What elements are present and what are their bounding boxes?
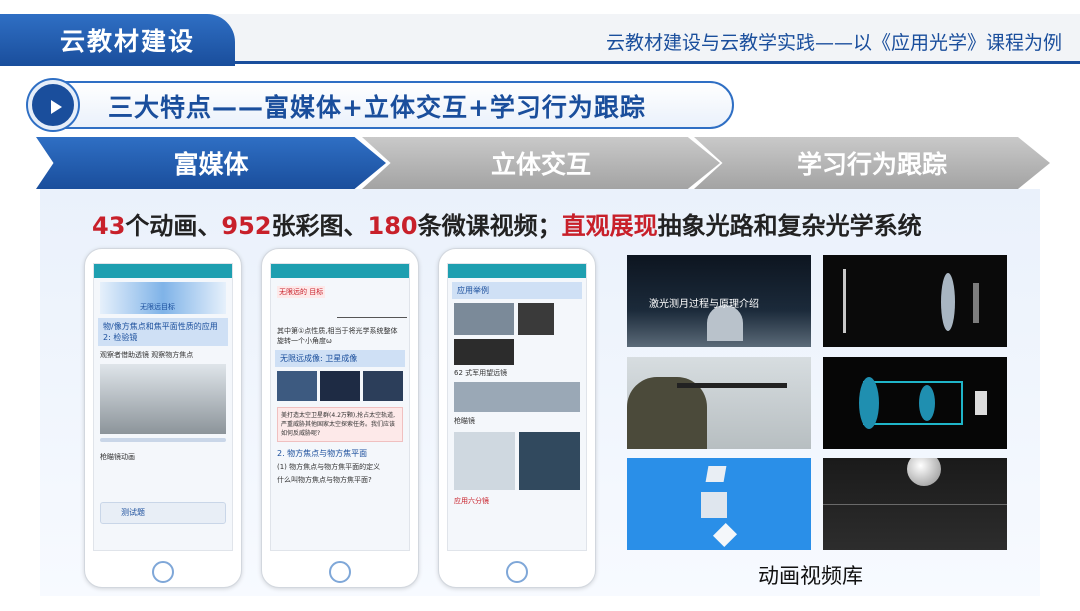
satellite-images — [277, 371, 403, 401]
screen-banner: 物/像方焦点和焦平面性质的应用 2: 检验镜 — [98, 318, 228, 346]
mirror-shape — [973, 283, 979, 323]
tab-label: 立体交互 — [490, 150, 591, 179]
phone-mockup: 无限远的 目标 其中第①点性质,相当于将光学系统整体旋转一个小角度ω 无限远成像… — [261, 248, 419, 588]
lens-shape — [941, 273, 955, 331]
video-thumbnail[interactable] — [823, 458, 1007, 550]
binocular-image — [454, 339, 514, 365]
scope-image — [454, 382, 580, 412]
question-text: 什么叫物方焦点与物方焦平面? — [277, 476, 372, 484]
satellite-image — [363, 371, 403, 401]
satellite-image — [320, 371, 360, 401]
screen-text: 其中第①点性质,相当于将光学系统整体旋转一个小角度ω — [277, 327, 398, 345]
section-heading: 2. 物方焦点与物方焦平面 — [277, 449, 368, 458]
diagram-label: 无限远的 目标 — [277, 286, 326, 298]
screen-label: 62 式军用望远镜 — [454, 369, 508, 377]
rifle-shape — [677, 383, 787, 388]
lens-shape — [919, 385, 935, 421]
video-thumbnail[interactable] — [823, 255, 1007, 347]
lens-diagram: 无限远目标 — [100, 282, 226, 314]
video-thumbnail[interactable] — [823, 357, 1007, 449]
video-thumbnail[interactable] — [627, 458, 811, 550]
home-button[interactable] — [329, 561, 351, 583]
home-button[interactable] — [506, 561, 528, 583]
status-bar — [448, 264, 586, 278]
phone-mockup: 应用举例 62 式军用望远镜 枪瞄镜 应用六分镜 — [438, 248, 596, 588]
tip-card: 美打造太空卫星群(4.2万颗),抢占太空轨道,严重威胁其他国家太空探索任务。我们… — [277, 407, 403, 442]
tab-label: 富媒体 — [173, 150, 249, 179]
headline-text: 抽象光路和复杂光学系统 — [657, 212, 922, 240]
heading-title: 三大特点——富媒体+立体交互+学习行为跟踪 — [108, 93, 646, 122]
headline: 43个动画、952张彩图、180条微课视频；直观展现抽象光路和复杂光学系统 — [92, 206, 922, 241]
phone-mockup: 无限远目标 物/像方焦点和焦平面性质的应用 2: 检验镜 观察者借助透镜 观察物… — [84, 248, 242, 588]
text-line — [100, 438, 226, 442]
headline-text: 个动画、 — [125, 212, 222, 240]
prism-shape — [705, 466, 727, 482]
slide: 云教材建设 云教材建设与云教学实践——以《应用光学》课程为例 三大特点——富媒体… — [0, 0, 1080, 611]
play-icon — [51, 100, 62, 114]
tab-behavior-tracking[interactable]: 学习行为跟踪 — [694, 137, 1050, 189]
lens-shape — [859, 377, 879, 429]
sniper-image — [100, 364, 226, 434]
phone-screen[interactable]: 应用举例 62 式军用望远镜 枪瞄镜 应用六分镜 — [447, 263, 587, 551]
status-bar — [94, 264, 232, 278]
satellite-image — [277, 371, 317, 401]
diagram-label: 无限远目标 — [140, 303, 175, 311]
submarine-image — [454, 432, 515, 490]
screen-text: 观察者借助透镜 观察物方焦点 — [100, 351, 194, 359]
phone-screen[interactable]: 无限远目标 物/像方焦点和焦平面性质的应用 2: 检验镜 观察者借助透镜 观察物… — [93, 263, 233, 551]
screen-caption: 枪瞄镜动画 — [100, 453, 135, 461]
eyepiece-shape — [975, 391, 987, 415]
missile-image — [519, 432, 580, 490]
ray-lines — [337, 288, 407, 318]
quiz-button[interactable]: 测试题 — [100, 502, 226, 524]
horizon-line — [823, 504, 1007, 505]
library-label: 动画视频库 — [758, 564, 863, 588]
image-count: 952 — [221, 212, 272, 240]
video-thumbnail[interactable] — [627, 357, 811, 449]
home-button[interactable] — [152, 561, 174, 583]
screen-plane — [843, 269, 846, 333]
lens-diagram: 无限远的 目标 — [277, 282, 407, 322]
screen-label: 枪瞄镜 — [454, 417, 475, 425]
sphere-shape — [907, 458, 941, 486]
thumbnail-caption: 激光测月过程与原理介绍 — [649, 299, 759, 310]
headline-text: 条微课视频； — [417, 212, 562, 240]
screen-banner: 应用举例 — [452, 282, 582, 299]
screen-banner: 无限远成像: 卫星成像 — [275, 350, 405, 367]
gun-images — [454, 432, 580, 490]
tab-3d-interaction[interactable]: 立体交互 — [362, 137, 720, 189]
phone-screen[interactable]: 无限远的 目标 其中第①点性质,相当于将光学系统整体旋转一个小角度ω 无限远成像… — [270, 263, 410, 551]
prism-shape — [701, 492, 727, 518]
subsection-heading: (1) 物方焦点与物方焦平面的定义 — [277, 463, 381, 471]
video-thumbnail[interactable]: 激光测月过程与原理介绍 — [627, 255, 811, 347]
slide-subtitle: 云教材建设与云教学实践——以《应用光学》课程为例 — [605, 32, 1062, 54]
screen-label: 应用六分镜 — [454, 497, 489, 505]
device-images — [454, 303, 580, 335]
observatory-dome — [707, 305, 743, 341]
headline-text: 张彩图、 — [271, 212, 368, 240]
prism-shape — [712, 522, 738, 548]
device-image — [518, 303, 554, 335]
animation-count: 43 — [92, 212, 126, 240]
video-count: 180 — [367, 212, 418, 240]
play-button[interactable] — [28, 80, 78, 130]
section-title: 云教材建设 — [60, 27, 196, 56]
headline-emphasis: 直观展现 — [561, 212, 658, 240]
tab-rich-media[interactable]: 富媒体 — [36, 137, 386, 189]
status-bar — [271, 264, 409, 278]
tab-label: 学习行为跟踪 — [796, 150, 947, 179]
device-image — [454, 303, 514, 335]
